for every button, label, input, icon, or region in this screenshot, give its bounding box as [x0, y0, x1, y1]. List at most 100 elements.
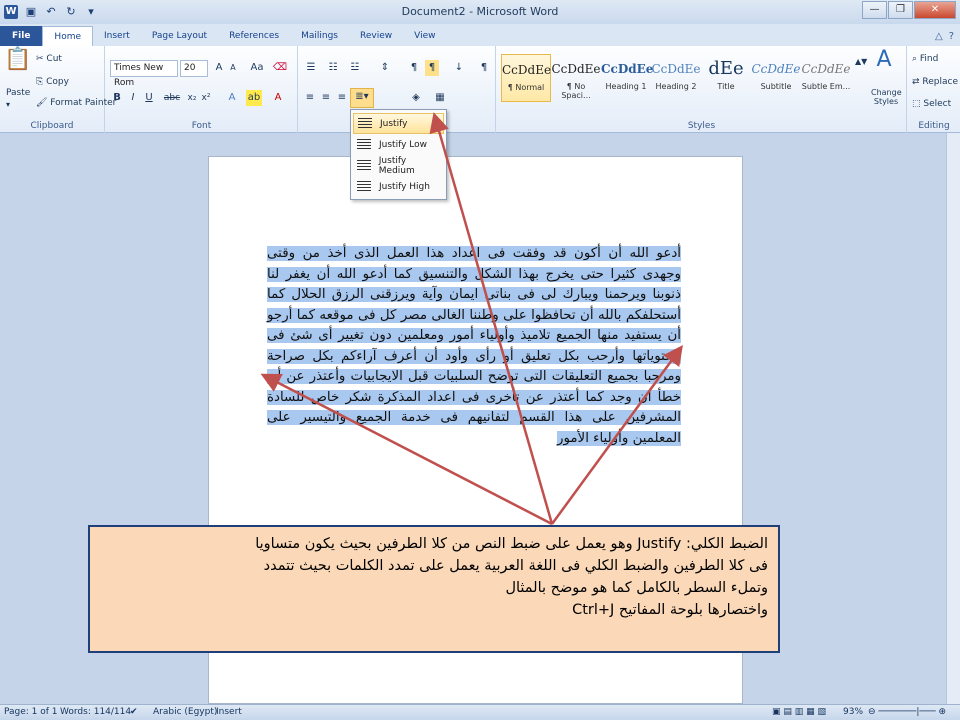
- copy-icon[interactable]: ⎘: [36, 77, 46, 87]
- menu-item-justify-low[interactable]: Justify Low: [353, 134, 444, 155]
- center-icon[interactable]: ≡: [319, 90, 333, 106]
- strikethrough-icon[interactable]: abc: [162, 90, 182, 106]
- font-size-box[interactable]: 20: [180, 60, 208, 77]
- menu-item-label: Justify High: [379, 181, 430, 192]
- show-marks-icon[interactable]: ¶: [477, 60, 491, 76]
- replace-icon[interactable]: ⇄: [912, 77, 922, 87]
- title-bar: W ▣ ↶ ↻ ▾ Document2 - Microsoft Word — ❐…: [0, 0, 960, 24]
- proofing-icon[interactable]: ✔: [130, 707, 138, 717]
- document-body-text[interactable]: أدعو الله أن أكون قد وفقت فى اعداد هذا ا…: [267, 244, 681, 449]
- vertical-scrollbar[interactable]: [946, 133, 960, 704]
- style-heading-1[interactable]: CcDdEe Heading 1: [601, 54, 653, 102]
- window-title: Document2 - Microsoft Word: [401, 5, 559, 18]
- left-to-right-icon[interactable]: ¶: [407, 60, 421, 76]
- align-right-icon[interactable]: ≡: [335, 90, 349, 106]
- tab-home[interactable]: Home: [42, 26, 93, 46]
- zoom-slider[interactable]: ⊖ ───────|─── ⊕: [868, 707, 946, 717]
- word-count[interactable]: Words: 114/114: [60, 707, 131, 717]
- replace-button[interactable]: Replace: [922, 77, 958, 87]
- select-button[interactable]: Select: [923, 99, 951, 109]
- language-indicator[interactable]: Arabic (Egypt): [153, 707, 217, 717]
- style-subtle-emphasis[interactable]: CcDdEe Subtle Em...: [801, 54, 851, 102]
- status-bar: Page: 1 of 1 Words: 114/114 ✔ Arabic (Eg…: [0, 704, 960, 720]
- selected-text[interactable]: أدعو الله أن أكون قد وفقت فى اعداد هذا ا…: [267, 246, 681, 446]
- zoom-level[interactable]: 93%: [843, 707, 863, 717]
- undo-icon[interactable]: ↶: [44, 5, 58, 19]
- format-painter-icon[interactable]: 🖌: [36, 98, 50, 108]
- superscript-icon[interactable]: x²: [200, 90, 212, 106]
- style-sample: CcDdEe: [801, 62, 851, 76]
- tab-page-layout[interactable]: Page Layout: [141, 26, 218, 46]
- tab-file[interactable]: File: [0, 26, 43, 46]
- align-left-icon[interactable]: ≡: [303, 90, 317, 106]
- minimize-button[interactable]: —: [862, 1, 887, 19]
- tab-view[interactable]: View: [403, 26, 446, 46]
- clear-formatting-icon[interactable]: ⌫: [272, 60, 288, 76]
- tab-references[interactable]: References: [218, 26, 290, 46]
- menu-item-label: Justify Low: [379, 139, 427, 150]
- tab-mailings[interactable]: Mailings: [290, 26, 349, 46]
- page-count[interactable]: Page: 1 of 1: [4, 707, 58, 717]
- insert-mode[interactable]: Insert: [216, 707, 242, 717]
- view-buttons[interactable]: ▣ ▤ ▥ ▦ ▧: [772, 707, 826, 717]
- font-name-box[interactable]: Times New Rom: [110, 60, 178, 88]
- line-spacing-icon[interactable]: ⇕: [377, 60, 393, 76]
- bold-icon[interactable]: B: [110, 90, 124, 106]
- style-subtitle[interactable]: CcDdEe Subtitle: [751, 54, 801, 102]
- change-case-icon[interactable]: Aa: [248, 60, 266, 76]
- cut-button[interactable]: Cut: [46, 54, 62, 64]
- font-color-icon[interactable]: A: [270, 90, 286, 106]
- tab-review[interactable]: Review: [349, 26, 403, 46]
- cut-icon[interactable]: ✂: [36, 54, 46, 64]
- multilevel-list-icon[interactable]: ☳: [347, 60, 363, 76]
- paste-dropdown-icon[interactable]: ▾: [6, 100, 10, 109]
- numbering-icon[interactable]: ☷: [325, 60, 341, 76]
- change-styles-button[interactable]: Change Styles: [871, 88, 902, 106]
- justify-button[interactable]: ≣▾: [350, 88, 374, 108]
- help-icon[interactable]: ?: [949, 31, 954, 42]
- menu-item-label: Justify Medium: [378, 155, 415, 176]
- style-no-spacing[interactable]: CcDdEe ¶ No Spaci...: [551, 54, 601, 102]
- underline-icon[interactable]: U: [142, 90, 156, 106]
- clipboard-group: 📋 Paste ▾ ✂ Cut ⎘ Copy 🖌 Format Painter …: [0, 46, 116, 133]
- styles-scroll-icon[interactable]: ▲▼: [855, 54, 867, 70]
- subscript-icon[interactable]: x₂: [186, 90, 198, 106]
- find-icon[interactable]: ⌕: [912, 54, 920, 64]
- menu-item-justify-high[interactable]: Justify High: [353, 176, 444, 197]
- shrink-font-icon[interactable]: A: [226, 60, 240, 76]
- change-styles-icon[interactable]: A: [869, 49, 899, 71]
- grow-font-icon[interactable]: A: [212, 60, 226, 76]
- borders-icon[interactable]: ▦: [431, 90, 449, 106]
- callout-line: فى كلا الطرفين والضبط الكلي فى اللغة الع…: [263, 558, 768, 574]
- paste-button[interactable]: Paste: [6, 88, 30, 98]
- text-effects-icon[interactable]: A: [224, 90, 240, 106]
- copy-button[interactable]: Copy: [46, 77, 69, 87]
- tab-insert[interactable]: Insert: [93, 26, 141, 46]
- highlight-icon[interactable]: ab: [246, 90, 262, 106]
- close-button[interactable]: ✕: [914, 1, 956, 19]
- redo-icon[interactable]: ↻: [64, 5, 78, 19]
- italic-icon[interactable]: I: [126, 90, 140, 106]
- menu-item-justify-medium[interactable]: Justify Medium: [353, 155, 444, 176]
- restore-button[interactable]: ❐: [888, 1, 913, 19]
- sort-icon[interactable]: ↓: [451, 60, 467, 76]
- ribbon: 📋 Paste ▾ ✂ Cut ⎘ Copy 🖌 Format Painter …: [0, 46, 960, 133]
- shading-icon[interactable]: ◈: [407, 90, 425, 106]
- style-title[interactable]: dEe Title: [701, 54, 751, 102]
- menu-item-justify[interactable]: Justify: [353, 113, 444, 134]
- style-sample: CcDdEe: [551, 62, 601, 76]
- window-controls: — ❐ ✕: [862, 1, 956, 19]
- styles-group-label: Styles: [687, 121, 716, 131]
- find-button[interactable]: Find: [920, 54, 938, 64]
- style-heading-2[interactable]: CcDdEe Heading 2: [651, 54, 701, 102]
- minimize-ribbon-icon[interactable]: △: [935, 31, 943, 42]
- style-normal[interactable]: CcDdEe ¶ Normal: [501, 54, 551, 102]
- select-icon[interactable]: ⬚: [912, 99, 923, 109]
- callout-line: وتملء السطر بالكامل كما هو موضح بالمثال: [505, 580, 768, 596]
- save-icon[interactable]: ▣: [24, 5, 38, 19]
- customize-toolbar-icon[interactable]: ▾: [84, 5, 98, 19]
- paste-icon[interactable]: 📋: [4, 49, 32, 82]
- bullets-icon[interactable]: ☰: [303, 60, 319, 76]
- right-to-left-icon[interactable]: ¶: [425, 60, 439, 76]
- justify-icon: [358, 118, 372, 129]
